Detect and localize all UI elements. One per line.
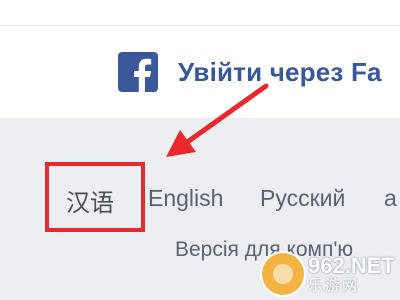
- facebook-login-button[interactable]: Увійти через Fa: [118, 52, 382, 92]
- desktop-version-link[interactable]: Версія для комп'ю: [175, 238, 353, 262]
- language-option-english[interactable]: English: [148, 185, 223, 212]
- facebook-login-label: Увійти через Fa: [178, 56, 382, 87]
- language-list: 汉语 English Русский a: [0, 180, 400, 218]
- language-option-chinese[interactable]: 汉语: [66, 183, 114, 218]
- top-area: [0, 0, 400, 26]
- facebook-icon: [118, 52, 158, 92]
- language-option-next[interactable]: a: [384, 185, 397, 212]
- language-option-russian[interactable]: Русский: [260, 185, 345, 212]
